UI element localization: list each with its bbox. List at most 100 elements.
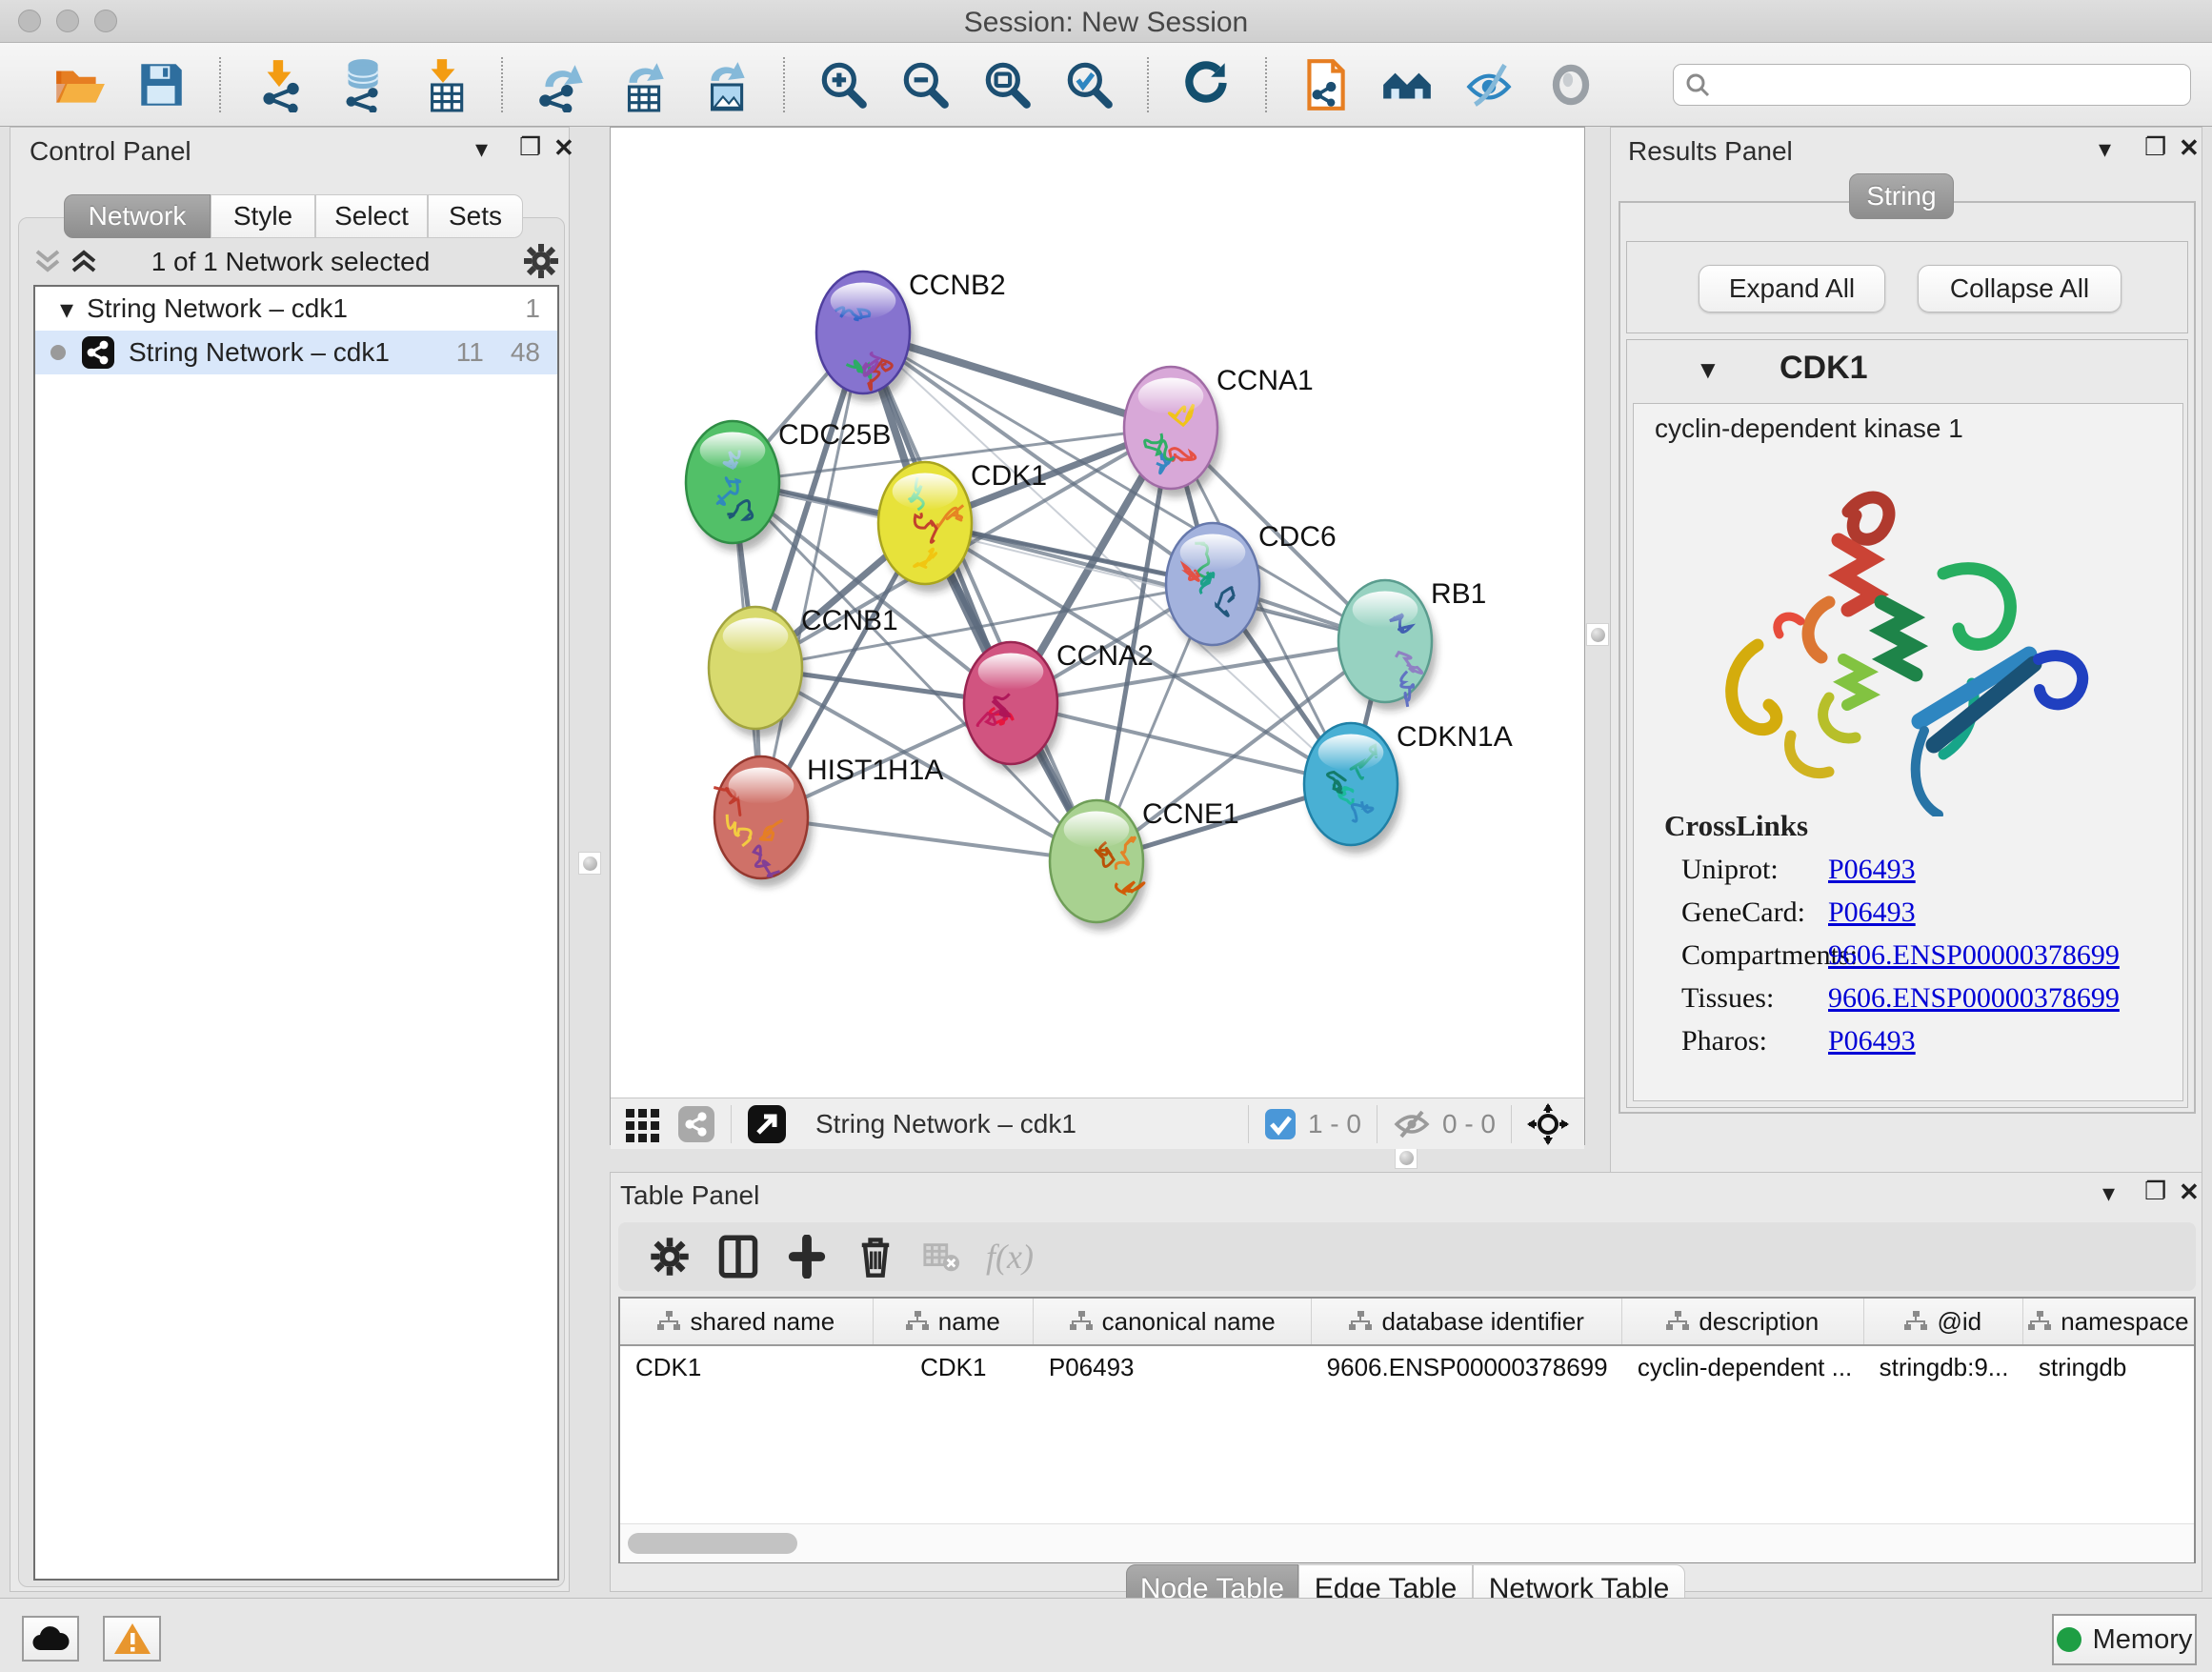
table-options-gear-icon[interactable] [648, 1235, 692, 1279]
right-splitter-handle[interactable] [1586, 623, 1609, 646]
results-panel-menu-icon[interactable]: ▾ [2099, 136, 2111, 161]
table-panel-close-icon[interactable]: ✕ [2179, 1179, 2200, 1204]
zoom-in-icon[interactable] [815, 57, 871, 112]
column-header[interactable]: description [1622, 1299, 1864, 1344]
tab-network[interactable]: Network [64, 194, 211, 238]
left-splitter-handle[interactable] [578, 852, 601, 875]
network-status-bar: String Network – cdk1 1 - 0 0 - 0 [611, 1098, 1584, 1149]
network-collection-row[interactable]: ▾ String Network – cdk1 1 [35, 287, 557, 331]
network-row-selected[interactable]: String Network – cdk1 11 48 [35, 331, 557, 374]
grid-view-icon[interactable] [624, 1105, 662, 1143]
control-panel-close-icon[interactable]: ✕ [553, 135, 574, 160]
table-panel-float-icon[interactable]: ❐ [2144, 1178, 2166, 1203]
network-tree: ▾ String Network – cdk1 1 String Network… [33, 285, 559, 1581]
crosslink-pharos-link[interactable]: P06493 [1828, 1025, 1916, 1058]
control-panel-float-icon[interactable]: ❐ [519, 134, 541, 159]
cloud-status-button[interactable] [22, 1616, 79, 1662]
table-row[interactable]: CDK1 CDK1 P06493 9606.ENSP00000378699 cy… [620, 1346, 2194, 1388]
node-label: CDC6 [1258, 521, 1337, 553]
network-canvas[interactable]: CCNB2CCNA1CDC25BCDK1CDC6RB1CCNB1CCNA2CDK… [611, 128, 1584, 1093]
horizontal-scrollbar[interactable] [620, 1523, 2194, 1562]
column-header[interactable]: name [874, 1299, 1034, 1344]
network-view: CCNB2CCNA1CDC25BCDK1CDC6RB1CCNB1CCNA2CDK… [610, 127, 1585, 1145]
protein-structure-image [1686, 459, 2115, 816]
network-node-ccnb1[interactable]: CCNB1 [709, 605, 898, 737]
network-node-cdkn1a[interactable]: CDKN1A [1304, 721, 1513, 854]
selected-checkbox-icon[interactable] [1264, 1108, 1297, 1140]
show-eye-icon[interactable] [1543, 57, 1599, 112]
column-header[interactable]: database identifier [1312, 1299, 1621, 1344]
zoom-fit-icon[interactable] [979, 57, 1035, 112]
import-network-file-icon[interactable] [251, 57, 307, 112]
node-gloss [723, 618, 789, 655]
delete-column-icon[interactable] [854, 1235, 897, 1279]
network-node-ccne1[interactable]: CCNE1 [1050, 798, 1239, 931]
memory-button[interactable]: Memory [2052, 1614, 2197, 1665]
tree-expander-icon[interactable]: ▾ [60, 293, 73, 325]
tab-style[interactable]: Style [211, 194, 315, 238]
network-node-cdk1[interactable]: CDK1 [878, 460, 1047, 593]
delete-table-icon-disabled [922, 1238, 960, 1276]
warnings-button[interactable] [103, 1616, 161, 1662]
network-node-ccnb2[interactable]: CCNB2 [816, 270, 1006, 402]
memory-status-icon [2057, 1627, 2081, 1652]
crosslink-tissues-link[interactable]: 9606.ENSP00000378699 [1828, 982, 2120, 1015]
export-network-icon[interactable] [533, 57, 589, 112]
home-species-icon[interactable] [1379, 57, 1435, 112]
hidden-eye-icon [1393, 1108, 1431, 1140]
column-header[interactable]: namespace [2023, 1299, 2194, 1344]
toolbar-separator [783, 57, 785, 112]
detach-view-icon[interactable] [747, 1104, 787, 1144]
tab-string[interactable]: String [1849, 173, 1954, 219]
zoom-selected-icon[interactable] [1061, 57, 1116, 112]
gene-section: ▼ CDK1 cyclin-dependent kinase 1 [1626, 339, 2188, 1108]
network-options-gear-icon[interactable] [521, 241, 561, 281]
node-label: CCNB2 [909, 270, 1006, 301]
search-input[interactable] [1673, 64, 2191, 106]
save-session-icon[interactable] [133, 57, 189, 112]
results-panel-close-icon[interactable]: ✕ [2179, 135, 2200, 160]
hide-panel-eye-icon[interactable] [1461, 57, 1517, 112]
zoom-out-icon[interactable] [897, 57, 953, 112]
column-header[interactable]: canonical name [1034, 1299, 1313, 1344]
node-gloss [1353, 592, 1418, 628]
add-column-icon[interactable] [785, 1235, 829, 1279]
gene-expander-icon[interactable]: ▼ [1696, 355, 1720, 385]
network-view-mode-icon[interactable] [677, 1105, 715, 1143]
control-panel-menu-icon[interactable]: ▾ [475, 136, 488, 161]
tab-select[interactable]: Select [315, 194, 428, 238]
birds-eye-view-icon[interactable] [1527, 1103, 1569, 1145]
window-title: Session: New Session [0, 7, 2212, 39]
open-file-icon[interactable] [51, 57, 107, 112]
node-gloss [1180, 534, 1246, 571]
node-gloss [729, 768, 794, 804]
import-network-database-icon[interactable] [333, 57, 389, 112]
results-panel-float-icon[interactable]: ❐ [2144, 134, 2166, 159]
node-gloss [1318, 735, 1384, 771]
network-label: String Network – cdk1 [129, 337, 390, 368]
crosslink-compartments-link[interactable]: 9606.ENSP00000378699 [1828, 939, 2120, 972]
node-label: CCNA1 [1217, 365, 1314, 396]
tab-sets[interactable]: Sets [428, 194, 523, 238]
table-panel-menu-icon[interactable]: ▾ [2102, 1180, 2115, 1205]
node-label: CDKN1A [1397, 721, 1513, 753]
show-columns-icon[interactable] [716, 1235, 760, 1279]
expand-all-button[interactable]: Expand All [1699, 265, 1885, 312]
collapse-all-button[interactable]: Collapse All [1918, 265, 2122, 312]
export-image-icon[interactable] [697, 57, 753, 112]
column-header[interactable]: @id [1864, 1299, 2023, 1344]
toolbar-separator [219, 57, 221, 112]
network-node-rb1[interactable]: RB1 [1338, 578, 1486, 711]
crosslink-uniprot-link[interactable]: P06493 [1828, 854, 1916, 886]
refresh-icon[interactable] [1179, 57, 1235, 112]
bottom-splitter-handle[interactable] [1395, 1146, 1418, 1169]
network-node-hist1h1a[interactable]: HIST1H1A [714, 755, 943, 887]
scrollbar-thumb[interactable] [628, 1533, 797, 1554]
crosslink-genecard-link[interactable]: P06493 [1828, 896, 1916, 929]
column-header[interactable]: shared name [620, 1299, 874, 1344]
network-node-cdc25b[interactable]: CDC25B [686, 419, 891, 552]
network-node-cdc6[interactable]: CDC6 [1166, 521, 1337, 654]
import-table-file-icon[interactable] [415, 57, 471, 112]
network-from-file-icon[interactable] [1297, 57, 1353, 112]
export-table-icon[interactable] [615, 57, 671, 112]
